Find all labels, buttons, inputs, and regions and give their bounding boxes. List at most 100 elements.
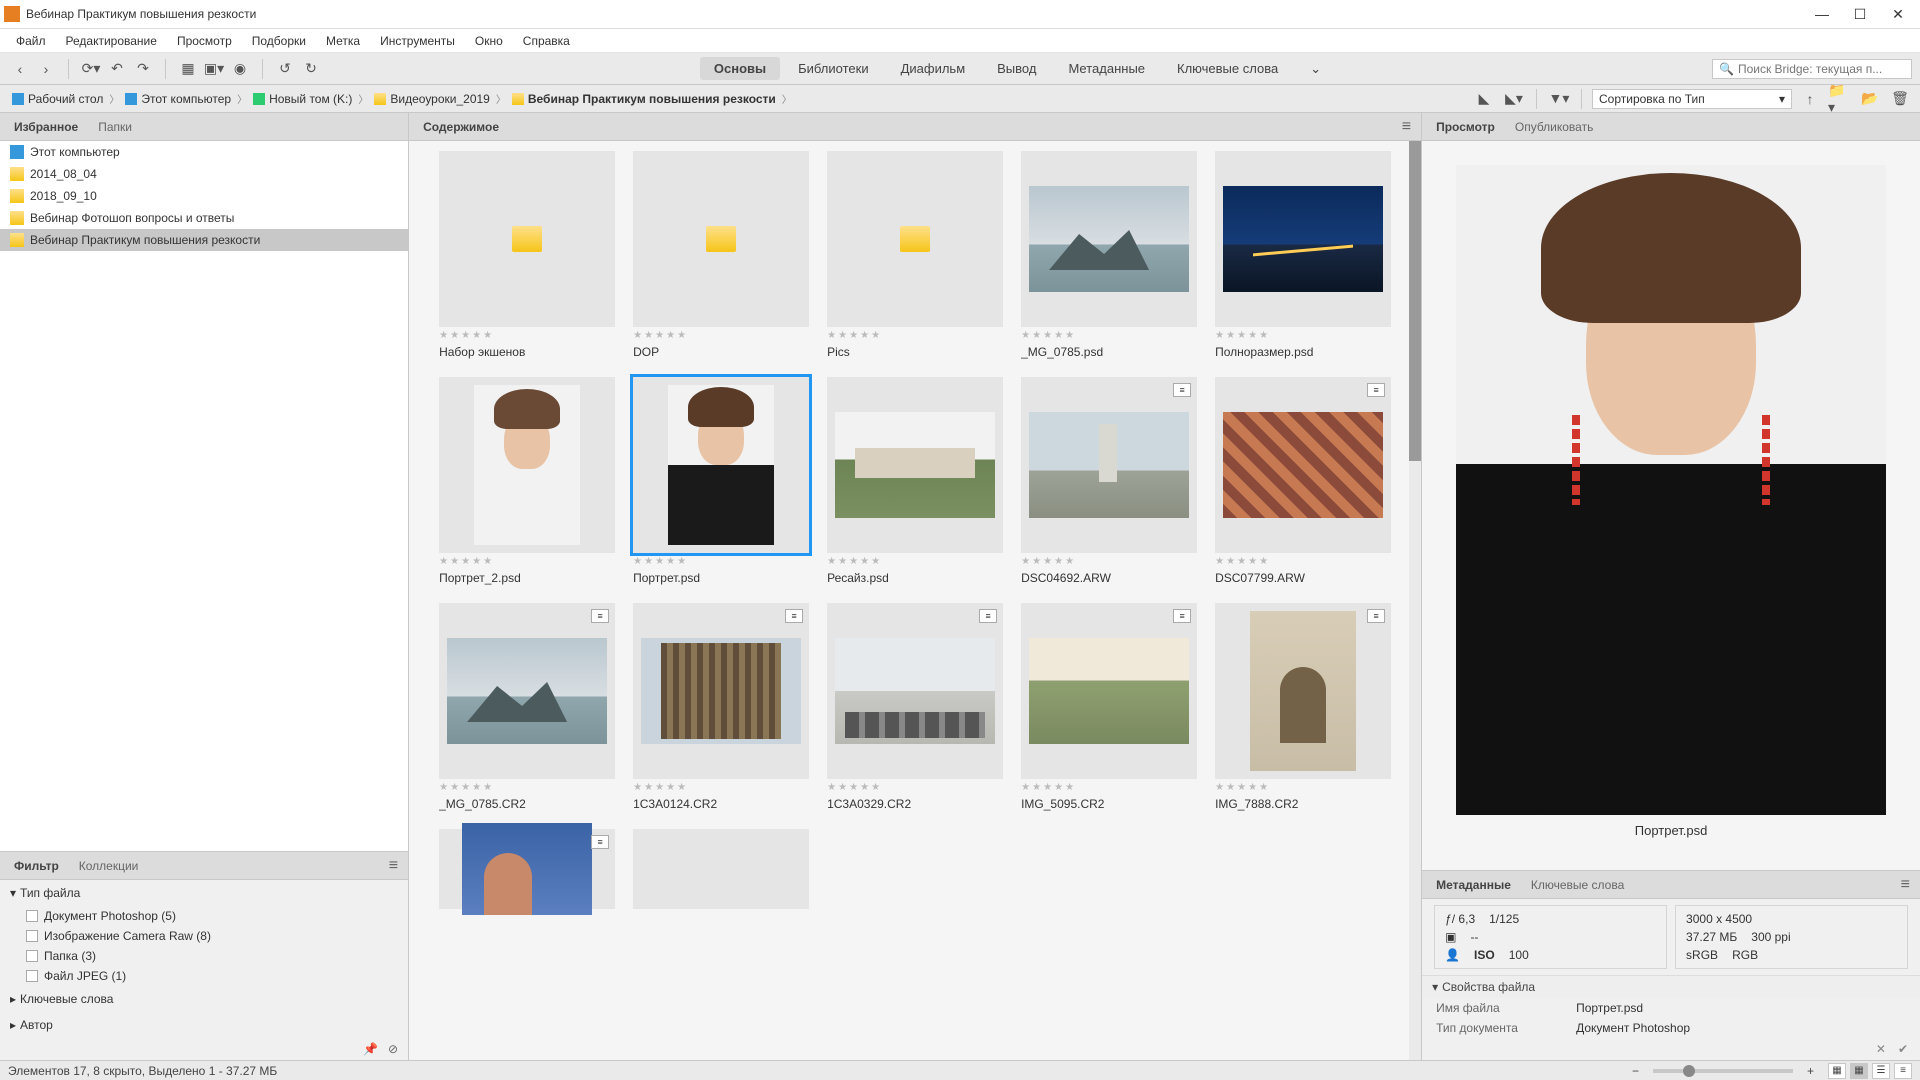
zoom-out-button[interactable]: − [1632, 1064, 1639, 1078]
content-item-15[interactable]: ≡ [439, 829, 615, 909]
content-item-13[interactable]: ≡★★★★★IMG_5095.CR2 [1021, 603, 1197, 811]
delete-button[interactable]: 🗑 [1888, 87, 1912, 111]
view-list-button[interactable]: ≡ [1894, 1063, 1912, 1079]
content-item-3[interactable]: ★★★★★_MG_0785.psd [1021, 151, 1197, 359]
tab-keywords[interactable]: Ключевые слова [1521, 874, 1634, 896]
back-button[interactable]: ‹ [8, 57, 32, 81]
sort-dropdown[interactable]: Сортировка по Тип ▾ [1592, 89, 1792, 109]
tab-content[interactable]: Содержимое [413, 116, 509, 138]
forward-button[interactable]: › [34, 57, 58, 81]
content-item-2[interactable]: ★★★★★Pics [827, 151, 1003, 359]
content-item-12[interactable]: ≡★★★★★1C3A0329.CR2 [827, 603, 1003, 811]
favorite-item-4[interactable]: Вебинар Практикум повышения резкости [0, 229, 408, 251]
filter-group-filetype[interactable]: ▾Тип файла [0, 880, 408, 906]
rating-stars[interactable]: ★★★★★ [633, 783, 809, 793]
minimize-button[interactable]: — [1804, 2, 1840, 26]
rating-stars[interactable]: ★★★★★ [1215, 783, 1391, 793]
workspace-tab-4[interactable]: Метаданные [1054, 57, 1159, 80]
favorite-item-3[interactable]: Вебинар Фотошоп вопросы и ответы [0, 207, 408, 229]
rating-stars[interactable]: ★★★★★ [1021, 557, 1197, 567]
labels-button[interactable]: ◣▾ [1502, 87, 1526, 111]
workspace-tab-2[interactable]: Диафильм [887, 57, 980, 80]
menu-окно[interactable]: Окно [465, 31, 513, 51]
filter-group-author[interactable]: ▸Автор [0, 1012, 408, 1038]
menu-подборки[interactable]: Подборки [242, 31, 316, 51]
breadcrumb-3[interactable]: Видеоуроки_2019 [370, 90, 493, 108]
open-button[interactable]: 📂 [1858, 87, 1882, 111]
cancel-meta-icon[interactable]: ✕ [1876, 1042, 1886, 1056]
menu-редактирование[interactable]: Редактирование [56, 31, 167, 51]
content-panel-menu-icon[interactable]: ≡ [1396, 118, 1417, 136]
breadcrumb-4[interactable]: Вебинар Практикум повышения резкости [508, 90, 780, 108]
view-details-button[interactable]: ☰ [1872, 1063, 1890, 1079]
content-item-7[interactable]: ★★★★★Ресайз.psd [827, 377, 1003, 585]
filter-item-0[interactable]: Документ Photoshop (5) [0, 906, 408, 926]
content-item-4[interactable]: ★★★★★Полноразмер.psd [1215, 151, 1391, 359]
rating-stars[interactable]: ★★★★★ [1021, 783, 1197, 793]
rating-stars[interactable]: ★★★★★ [439, 557, 615, 567]
rating-stars[interactable]: ★★★★★ [439, 783, 615, 793]
ratings-button[interactable]: ◣ [1472, 87, 1496, 111]
grid-view-button[interactable]: ▦ [176, 57, 200, 81]
workspace-tab-3[interactable]: Вывод [983, 57, 1050, 80]
breadcrumb-2[interactable]: Новый том (K:) [249, 90, 356, 108]
tab-filter[interactable]: Фильтр [4, 855, 69, 877]
close-button[interactable]: ✕ [1880, 2, 1916, 26]
content-item-8[interactable]: ≡★★★★★DSC04692.ARW [1021, 377, 1197, 585]
content-scrollbar[interactable] [1409, 141, 1421, 1060]
breadcrumb-0[interactable]: Рабочий стол [8, 90, 107, 108]
apply-meta-icon[interactable]: ✔ [1898, 1042, 1908, 1056]
rating-stars[interactable]: ★★★★★ [827, 557, 1003, 567]
tab-favorites[interactable]: Избранное [4, 116, 88, 138]
output-button[interactable]: ▣▾ [202, 57, 226, 81]
content-item-11[interactable]: ≡★★★★★1C3A0124.CR2 [633, 603, 809, 811]
rating-stars[interactable]: ★★★★★ [827, 331, 1003, 341]
rating-stars[interactable]: ★★★★★ [1215, 331, 1391, 341]
camera-raw-button[interactable]: ◉ [228, 57, 252, 81]
rating-stars[interactable]: ★★★★★ [827, 783, 1003, 793]
filter-item-3[interactable]: Файл JPEG (1) [0, 966, 408, 986]
breadcrumb-1[interactable]: Этот компьютер [121, 90, 235, 108]
tab-metadata[interactable]: Метаданные [1426, 874, 1521, 896]
zoom-in-button[interactable]: + [1807, 1064, 1814, 1078]
panel-menu-icon[interactable]: ≡ [383, 857, 404, 875]
menu-просмотр[interactable]: Просмотр [167, 31, 242, 51]
content-item-1[interactable]: ★★★★★DOP [633, 151, 809, 359]
filter-item-1[interactable]: Изображение Camera Raw (8) [0, 926, 408, 946]
meta-panel-menu-icon[interactable]: ≡ [1895, 876, 1916, 894]
redo-button[interactable]: ↻ [299, 57, 323, 81]
sort-asc-button[interactable]: ↑ [1798, 87, 1822, 111]
content-item-6[interactable]: ★★★★★Портрет.psd [633, 377, 809, 585]
file-props-header[interactable]: ▾Свойства файла [1422, 975, 1920, 998]
pin-icon[interactable]: 📌 [363, 1042, 378, 1056]
workspace-tab-0[interactable]: Основы [700, 57, 780, 80]
content-item-9[interactable]: ≡★★★★★DSC07799.ARW [1215, 377, 1391, 585]
menu-метка[interactable]: Метка [316, 31, 370, 51]
view-thumbnails-button[interactable]: ▦ [1850, 1063, 1868, 1079]
history-button[interactable]: ⟳▾ [79, 57, 103, 81]
menu-справка[interactable]: Справка [513, 31, 580, 51]
content-item-10[interactable]: ≡★★★★★_MG_0785.CR2 [439, 603, 615, 811]
filter-item-2[interactable]: Папка (3) [0, 946, 408, 966]
rating-stars[interactable]: ★★★★★ [439, 331, 615, 341]
tab-folders[interactable]: Папки [88, 116, 142, 138]
menu-инструменты[interactable]: Инструменты [370, 31, 465, 51]
filter-group-keywords[interactable]: ▸Ключевые слова [0, 986, 408, 1012]
rating-stars[interactable]: ★★★★★ [1215, 557, 1391, 567]
rotate-ccw-button[interactable]: ↶ [105, 57, 129, 81]
workspace-tab-1[interactable]: Библиотеки [784, 57, 882, 80]
maximize-button[interactable]: ☐ [1842, 2, 1878, 26]
rating-stars[interactable]: ★★★★★ [1021, 331, 1197, 341]
tab-preview[interactable]: Просмотр [1426, 116, 1505, 138]
rating-stars[interactable]: ★★★★★ [633, 557, 809, 567]
menu-файл[interactable]: Файл [6, 31, 56, 51]
search-input[interactable] [1738, 62, 1905, 76]
favorite-item-0[interactable]: Этот компьютер [0, 141, 408, 163]
undo-button[interactable]: ↺ [273, 57, 297, 81]
zoom-slider[interactable] [1653, 1069, 1793, 1073]
search-box[interactable]: 🔍 [1712, 59, 1912, 79]
favorite-item-2[interactable]: 2018_09_10 [0, 185, 408, 207]
workspace-tab-5[interactable]: Ключевые слова [1163, 57, 1292, 80]
content-item-0[interactable]: ★★★★★Набор экшенов [439, 151, 615, 359]
favorite-item-1[interactable]: 2014_08_04 [0, 163, 408, 185]
